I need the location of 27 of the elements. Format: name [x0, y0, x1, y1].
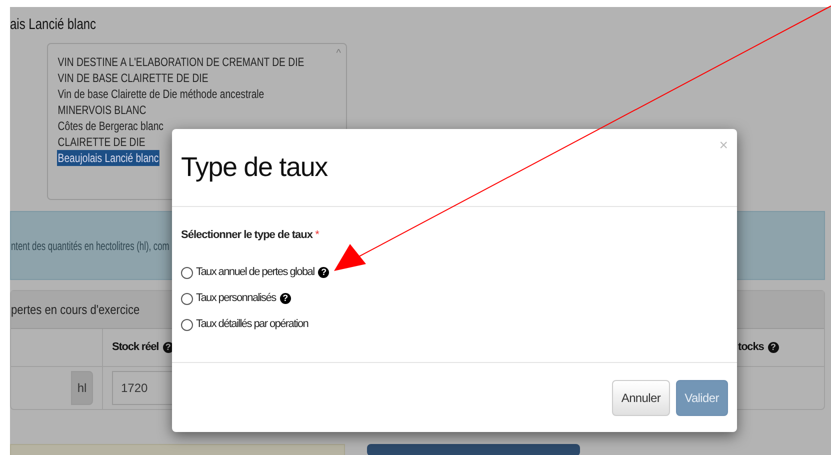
- unit-addon: hl: [71, 371, 93, 405]
- list-option[interactable]: Côtes de Bergerac blanc: [57, 118, 164, 134]
- scroll-up-icon: ^: [336, 46, 341, 61]
- option-label[interactable]: Taux annuel de pertes global: [196, 264, 314, 281]
- list-option[interactable]: VIN DE BASE CLAIRETTE DE DIE: [57, 70, 210, 86]
- option-label[interactable]: Taux détaillés par opération: [196, 316, 308, 333]
- help-icon[interactable]: ?: [318, 267, 330, 278]
- page-heading: ais Lancié blanc: [10, 15, 96, 35]
- column-header: tocks: [738, 340, 764, 356]
- radio-button[interactable]: [181, 292, 193, 304]
- info-text: ntent des quantités en hectolitres (hl), com: [11, 238, 170, 254]
- list-option[interactable]: Vin de base Clairette de Die méthode ancestrale: [57, 86, 265, 102]
- list-option[interactable]: MINERVOIS BLANC: [57, 102, 147, 118]
- cancel-button[interactable]: Annuler: [612, 380, 670, 416]
- question-label: Sélectionner le type de taux *: [181, 228, 319, 243]
- column-header: Stock réel: [112, 340, 159, 356]
- help-icon[interactable]: ?: [162, 342, 174, 353]
- radio-button[interactable]: [181, 318, 193, 330]
- list-option[interactable]: VIN DESTINE A L'ELABORATION DE CREMANT DE DIE: [57, 54, 305, 70]
- modal-title: Type de taux: [181, 151, 328, 184]
- radio-button[interactable]: [181, 266, 193, 278]
- help-icon[interactable]: ?: [280, 293, 291, 304]
- list-option[interactable]: Beaujolais Lancié blanc: [57, 150, 160, 166]
- list-option[interactable]: CLAIRETTE DE DIE: [57, 134, 146, 150]
- help-icon[interactable]: ?: [768, 342, 779, 353]
- panel-title: pertes en cours d'exercice: [11, 300, 140, 319]
- option-label[interactable]: Taux personnalisés: [196, 290, 276, 307]
